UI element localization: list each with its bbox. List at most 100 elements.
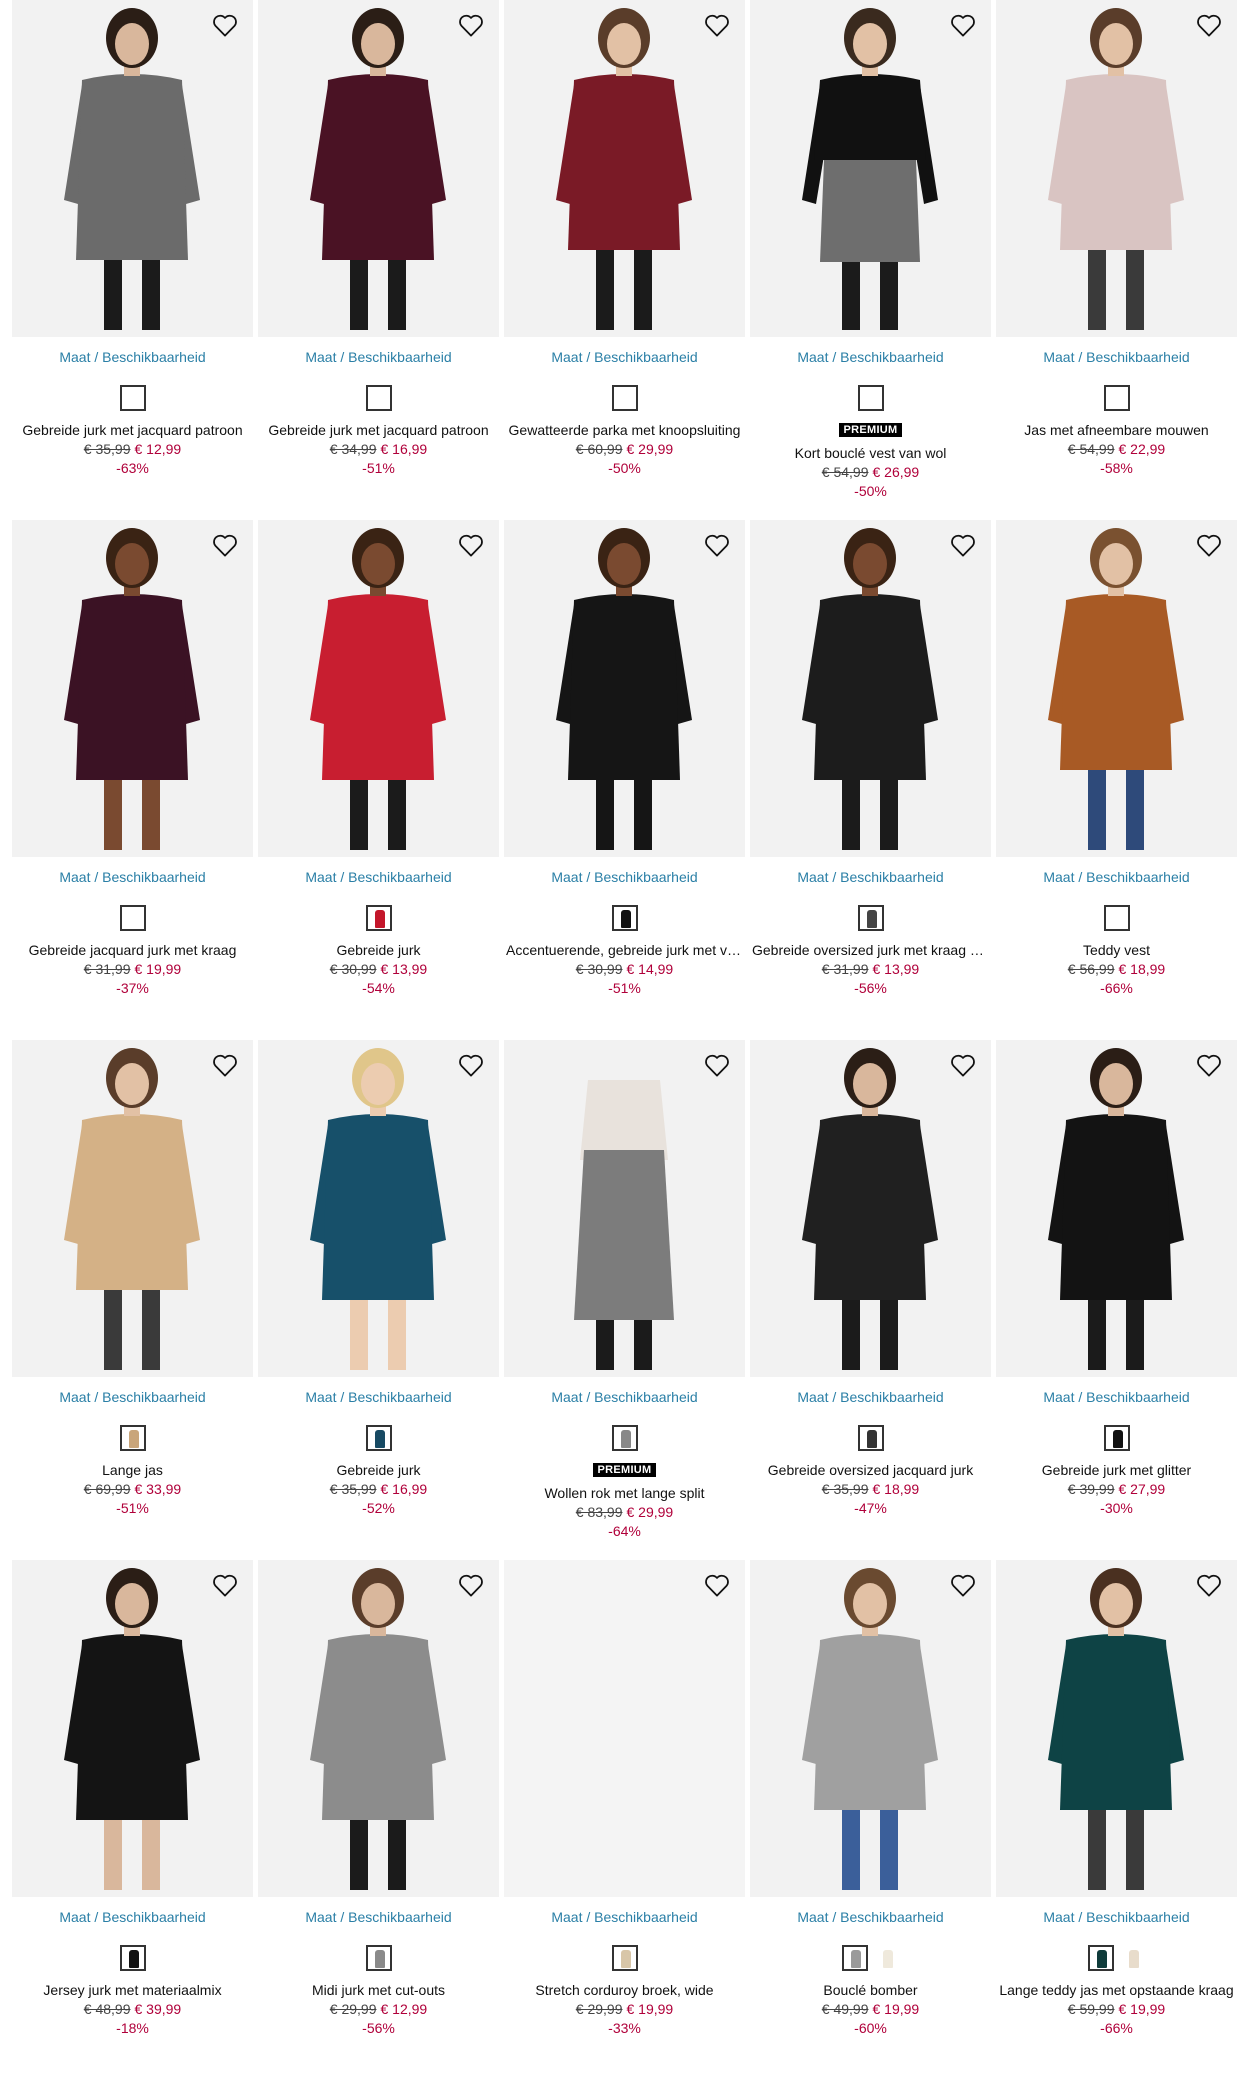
product-card[interactable]: Maat / Beschikbaarheid Lange jas € 69,99 € …	[12, 1040, 253, 1516]
wishlist-heart-icon[interactable]	[455, 1570, 487, 1600]
color-swatch[interactable]	[1119, 1945, 1146, 1971]
color-swatch[interactable]	[365, 1945, 392, 1971]
wishlist-heart-icon[interactable]	[1193, 1050, 1225, 1080]
color-swatch[interactable]	[119, 1945, 146, 1971]
color-swatch[interactable]	[857, 1425, 884, 1451]
product-name[interactable]: Midi jurk met cut-outs	[258, 1982, 499, 1998]
color-swatch[interactable]	[365, 385, 392, 411]
product-card[interactable]: Maat / Beschikbaarheid Gebreide oversized…	[750, 1040, 991, 1516]
product-image[interactable]	[258, 1040, 499, 1377]
wishlist-heart-icon[interactable]	[701, 530, 733, 560]
product-name[interactable]: Gebreide jurk met jacquard patroon	[258, 422, 499, 438]
color-swatch[interactable]	[611, 1425, 638, 1451]
product-name[interactable]: Lange jas	[12, 1462, 253, 1478]
size-availability-link[interactable]: Maat / Beschikbaarheid	[750, 1909, 991, 1925]
product-name[interactable]: Wollen rok met lange split	[504, 1485, 745, 1501]
product-card[interactable]: Maat / Beschikbaarheid PREMIUM Kort bouclé…	[750, 0, 991, 499]
product-image[interactable]	[258, 1560, 499, 1897]
product-name[interactable]: Kort bouclé vest van wol	[750, 445, 991, 461]
product-card[interactable]: Maat / Beschikbaarheid Bouclé bomber € 49,…	[750, 1560, 991, 2036]
color-swatch[interactable]	[841, 1945, 868, 1971]
product-image[interactable]	[258, 520, 499, 857]
product-image[interactable]	[504, 1040, 745, 1377]
product-image[interactable]	[12, 1560, 253, 1897]
wishlist-heart-icon[interactable]	[1193, 1570, 1225, 1600]
size-availability-link[interactable]: Maat / Beschikbaarheid	[750, 349, 991, 365]
product-card[interactable]: Maat / Beschikbaarheid Gebreide jurk met …	[258, 0, 499, 476]
product-card[interactable]: Maat / Beschikbaarheid Gebreide jurk met …	[996, 1040, 1237, 1516]
product-image[interactable]	[258, 0, 499, 337]
product-card[interactable]: Maat / Beschikbaarheid Gebreide jurk € 35,…	[258, 1040, 499, 1516]
product-card[interactable]: Maat / Beschikbaarheid Accentuerende, geb…	[504, 520, 745, 996]
color-swatch[interactable]	[119, 385, 146, 411]
size-availability-link[interactable]: Maat / Beschikbaarheid	[996, 869, 1237, 885]
size-availability-link[interactable]: Maat / Beschikbaarheid	[12, 349, 253, 365]
wishlist-heart-icon[interactable]	[701, 1050, 733, 1080]
product-card[interactable]: Maat / Beschikbaarheid Lange teddy jas me…	[996, 1560, 1237, 2036]
product-card[interactable]: Maat / Beschikbaarheid Gebreide jacquard …	[12, 520, 253, 996]
color-swatch[interactable]	[365, 1425, 392, 1451]
product-name[interactable]: Stretch corduroy broek, wide	[504, 1982, 745, 1998]
product-name[interactable]: Gebreide jacquard jurk met kraag	[12, 942, 253, 958]
wishlist-heart-icon[interactable]	[209, 530, 241, 560]
size-availability-link[interactable]: Maat / Beschikbaarheid	[504, 1909, 745, 1925]
product-image[interactable]	[12, 0, 253, 337]
size-availability-link[interactable]: Maat / Beschikbaarheid	[504, 349, 745, 365]
wishlist-heart-icon[interactable]	[947, 1050, 979, 1080]
size-availability-link[interactable]: Maat / Beschikbaarheid	[12, 1389, 253, 1405]
color-swatch[interactable]	[1103, 385, 1130, 411]
color-swatch[interactable]	[611, 1945, 638, 1971]
product-name[interactable]: Lange teddy jas met opstaande kraag	[996, 1982, 1237, 1998]
color-swatch[interactable]	[857, 905, 884, 931]
product-image[interactable]	[12, 520, 253, 857]
product-card[interactable]: Maat / Beschikbaarheid PREMIUM Wollen rok …	[504, 1040, 745, 1539]
product-image[interactable]	[750, 0, 991, 337]
product-image[interactable]	[996, 1040, 1237, 1377]
product-name[interactable]: Jersey jurk met materiaalmix	[12, 1982, 253, 1998]
product-card[interactable]: Maat / Beschikbaarheid Gebreide jurk € 30,…	[258, 520, 499, 996]
size-availability-link[interactable]: Maat / Beschikbaarheid	[504, 1389, 745, 1405]
color-swatch[interactable]	[611, 385, 638, 411]
product-card[interactable]: Maat / Beschikbaarheid Midi jurk met cut-…	[258, 1560, 499, 2036]
product-card[interactable]: Maat / Beschikbaarheid Teddy vest € 56,99 €…	[996, 520, 1237, 996]
size-availability-link[interactable]: Maat / Beschikbaarheid	[258, 1389, 499, 1405]
product-name[interactable]: Gebreide oversized jurk met kraag en spl…	[750, 942, 991, 958]
wishlist-heart-icon[interactable]	[455, 10, 487, 40]
wishlist-heart-icon[interactable]	[1193, 530, 1225, 560]
color-swatch[interactable]	[365, 905, 392, 931]
product-name[interactable]: Bouclé bomber	[750, 1982, 991, 1998]
size-availability-link[interactable]: Maat / Beschikbaarheid	[504, 869, 745, 885]
size-availability-link[interactable]: Maat / Beschikbaarheid	[996, 1909, 1237, 1925]
size-availability-link[interactable]: Maat / Beschikbaarheid	[258, 1909, 499, 1925]
product-name[interactable]: Gebreide jurk	[258, 1462, 499, 1478]
product-name[interactable]: Gebreide jurk met jacquard patroon	[12, 422, 253, 438]
wishlist-heart-icon[interactable]	[947, 1570, 979, 1600]
product-image[interactable]	[996, 520, 1237, 857]
wishlist-heart-icon[interactable]	[947, 530, 979, 560]
product-card[interactable]: Maat / Beschikbaarheid Gebreide jurk met …	[12, 0, 253, 476]
size-availability-link[interactable]: Maat / Beschikbaarheid	[750, 1389, 991, 1405]
product-name[interactable]: Jas met afneembare mouwen	[996, 422, 1237, 438]
product-name[interactable]: Gewatteerde parka met knoopsluiting	[504, 422, 745, 438]
wishlist-heart-icon[interactable]	[209, 1570, 241, 1600]
color-swatch[interactable]	[119, 1425, 146, 1451]
product-card[interactable]: Maat / Beschikbaarheid Jas met afneembare…	[996, 0, 1237, 476]
color-swatch[interactable]	[1103, 1425, 1130, 1451]
color-swatch[interactable]	[857, 385, 884, 411]
wishlist-heart-icon[interactable]	[455, 530, 487, 560]
product-name[interactable]: Accentuerende, gebreide jurk met veters	[504, 942, 745, 958]
size-availability-link[interactable]: Maat / Beschikbaarheid	[258, 869, 499, 885]
color-swatch[interactable]	[873, 1945, 900, 1971]
product-image[interactable]	[12, 1040, 253, 1377]
color-swatch[interactable]	[1087, 1945, 1114, 1971]
product-image[interactable]	[750, 1040, 991, 1377]
size-availability-link[interactable]: Maat / Beschikbaarheid	[996, 1389, 1237, 1405]
wishlist-heart-icon[interactable]	[209, 1050, 241, 1080]
product-image[interactable]	[504, 1560, 745, 1897]
product-image[interactable]	[996, 0, 1237, 337]
product-name[interactable]: Gebreide jurk	[258, 942, 499, 958]
color-swatch[interactable]	[1103, 905, 1130, 931]
product-image[interactable]	[750, 520, 991, 857]
product-image[interactable]	[504, 520, 745, 857]
product-image[interactable]	[504, 0, 745, 337]
